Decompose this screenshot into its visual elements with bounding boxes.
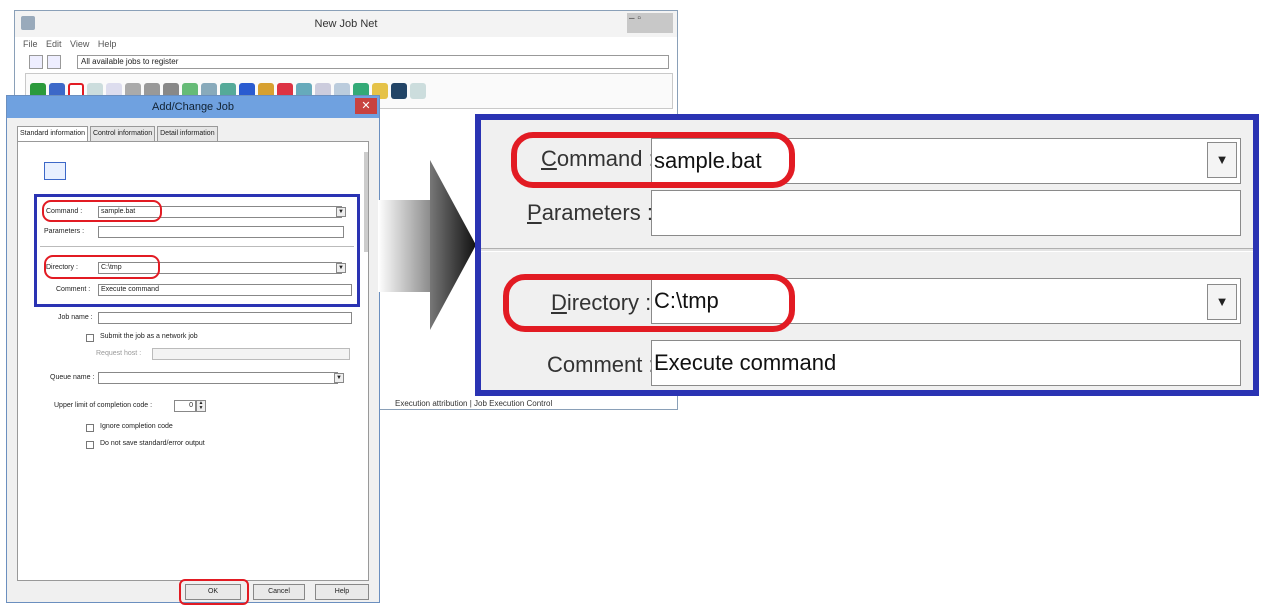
zoom-comment-field[interactable]: Execute command <box>651 340 1241 386</box>
request-host-field <box>152 348 350 360</box>
zoom-command-highlight <box>511 132 795 188</box>
command-highlight <box>42 200 162 222</box>
request-host-label: Request host : <box>96 350 142 357</box>
cancel-button[interactable]: Cancel <box>253 584 305 600</box>
parameters-field[interactable] <box>98 226 344 238</box>
computer-icon[interactable] <box>391 83 407 99</box>
zoom-directory-dropdown[interactable]: ▼ <box>1207 284 1237 320</box>
completion-code-spinner[interactable]: ▲ ▼ <box>196 400 206 412</box>
job-name-field[interactable] <box>98 312 352 324</box>
user-icon[interactable] <box>410 83 426 99</box>
comment-label: Comment : <box>56 286 91 293</box>
dialog-title: Add/Change Job <box>7 96 379 118</box>
completion-code-label: Upper limit of completion code : <box>54 402 153 409</box>
job-icon <box>44 162 66 180</box>
directory-highlight <box>44 255 160 279</box>
zoom-comment-label: Comment : <box>547 352 655 377</box>
divider <box>40 246 354 247</box>
standard-information-panel: Command : sample.bat ▼ Parameters : Dire… <box>17 141 369 581</box>
zoom-arrow-body <box>378 200 432 292</box>
pointer-icon[interactable] <box>29 55 43 69</box>
job-name-label: Job name : <box>58 314 93 321</box>
queue-name-field[interactable] <box>98 372 338 384</box>
completion-code-field[interactable]: 0 <box>174 400 196 412</box>
window-controls[interactable]: – ▫ <box>627 13 673 33</box>
zoom-command-dropdown[interactable]: ▼ <box>1207 142 1237 178</box>
zoom-parameters-label: Parameters : <box>527 200 653 225</box>
job-type-combo[interactable]: All available jobs to register <box>77 55 669 69</box>
menu-bar[interactable]: File Edit View Help <box>23 39 116 49</box>
network-job-checkbox[interactable] <box>86 334 94 342</box>
zoom-directory-highlight <box>503 274 795 332</box>
command-dropdown[interactable]: ▼ <box>336 207 346 217</box>
queue-name-dropdown[interactable]: ▼ <box>334 373 344 383</box>
tab-standard-information[interactable]: Standard information <box>17 126 88 142</box>
help-button[interactable]: Help <box>315 584 369 600</box>
close-button[interactable]: ✕ <box>355 98 377 114</box>
network-job-label: Submit the job as a network job <box>100 333 198 340</box>
ignore-completion-label: Ignore completion code <box>100 423 173 430</box>
zoomed-command-panel: Command : sample.bat ▼ Parameters : Dire… <box>475 114 1259 396</box>
directory-dropdown[interactable]: ▼ <box>336 263 346 273</box>
parameters-label: Parameters : <box>44 228 85 235</box>
ignore-completion-checkbox[interactable] <box>86 424 94 432</box>
select-icon[interactable] <box>47 55 61 69</box>
window-title: New Job Net <box>15 11 677 37</box>
scrollbar[interactable] <box>364 152 368 252</box>
zoom-divider <box>481 248 1253 252</box>
queue-name-label: Queue name : <box>50 374 95 381</box>
add-change-job-dialog: Add/Change Job ✕ Standard information Co… <box>6 95 380 605</box>
status-bar: Execution attribution | Job Execution Co… <box>395 399 553 408</box>
zoom-arrow-head <box>430 160 476 330</box>
tab-control-information[interactable]: Control information <box>89 126 156 142</box>
no-save-output-label: Do not save standard/error output <box>100 440 205 447</box>
tab-detail-information[interactable]: Detail information <box>157 126 218 142</box>
no-save-output-checkbox[interactable] <box>86 441 94 449</box>
dialog-tabs: Standard information Control information… <box>17 126 218 142</box>
app-icon <box>21 16 35 30</box>
ok-highlight <box>179 579 249 605</box>
comment-field[interactable]: Execute command <box>98 284 352 296</box>
zoom-parameters-field[interactable] <box>651 190 1241 236</box>
